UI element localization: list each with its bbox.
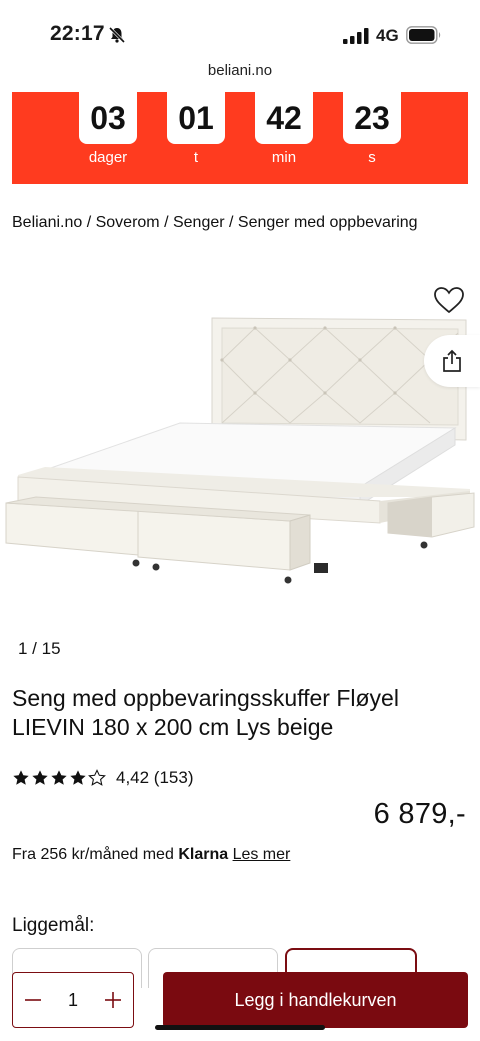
rating-text: 4,42 (153) (116, 768, 194, 787)
product-price: 6 879,- (373, 798, 466, 830)
rating-stars (12, 769, 106, 787)
klarna-logo: Klarna (178, 846, 229, 863)
image-counter: 1 / 15 (18, 639, 61, 658)
bed-illustration (5, 317, 475, 584)
countdown-label: t (193, 149, 199, 166)
home-indicator[interactable] (155, 1025, 325, 1030)
increase-button[interactable] (103, 990, 123, 1010)
quantity-stepper[interactable]: 1 (12, 972, 134, 1028)
countdown-label: dager (88, 149, 128, 166)
klarna-read-more-link[interactable]: Les mer (233, 846, 291, 863)
breadcrumb[interactable]: Beliani.no / Soverom / Senger / Senger m… (12, 214, 418, 232)
sale-countdown-banner: 03 dager 01 t 42 min 23 s (12, 92, 468, 184)
add-to-cart-button[interactable]: Legg i handlekurven (163, 972, 468, 1028)
star-icon (70, 770, 86, 785)
product-image[interactable] (0, 265, 480, 615)
countdown-value: 42 (255, 92, 313, 144)
share-button[interactable] (424, 335, 480, 387)
countdown-value: 03 (79, 92, 137, 144)
countdown-value: 01 (167, 92, 225, 144)
countdown-seconds: 23 s (343, 92, 401, 166)
share-icon (443, 349, 461, 372)
product-title: Seng med oppbevaringsskuffer Fløyel LIEV… (12, 685, 399, 740)
quantity-value[interactable]: 1 (68, 990, 78, 1011)
battery-icon (406, 26, 441, 44)
clock: 22:17 (50, 22, 105, 45)
product-rating[interactable]: 4,42 (153) (12, 768, 194, 788)
klarna-prefix: Fra 256 kr/måned med (12, 846, 174, 863)
heart-icon[interactable] (432, 285, 466, 315)
bell-muted-icon (108, 26, 126, 44)
star-icon (13, 770, 29, 785)
minus-icon (25, 999, 41, 1001)
countdown-hours: 01 t (167, 92, 225, 166)
star-icon (32, 770, 48, 785)
address-bar[interactable]: beliani.no (0, 62, 480, 90)
countdown-label: min (271, 149, 297, 166)
star-icon (51, 770, 67, 785)
network-type: 4G (376, 26, 399, 45)
url-text: beliani.no (207, 62, 273, 79)
status-bar: 22:17 4G (0, 0, 480, 62)
size-label: Liggemål: (12, 915, 95, 936)
countdown-days: 03 dager (79, 92, 137, 166)
klarna-financing: Fra 256 kr/måned med Klarna Les mer (12, 846, 290, 864)
plus-icon (104, 992, 121, 1008)
star-outline-icon (88, 769, 106, 786)
signal-icon (343, 28, 369, 44)
countdown-label: s (368, 149, 376, 166)
decrease-button[interactable] (23, 990, 43, 1010)
countdown-minutes: 42 min (255, 92, 313, 166)
countdown-value: 23 (343, 92, 401, 144)
